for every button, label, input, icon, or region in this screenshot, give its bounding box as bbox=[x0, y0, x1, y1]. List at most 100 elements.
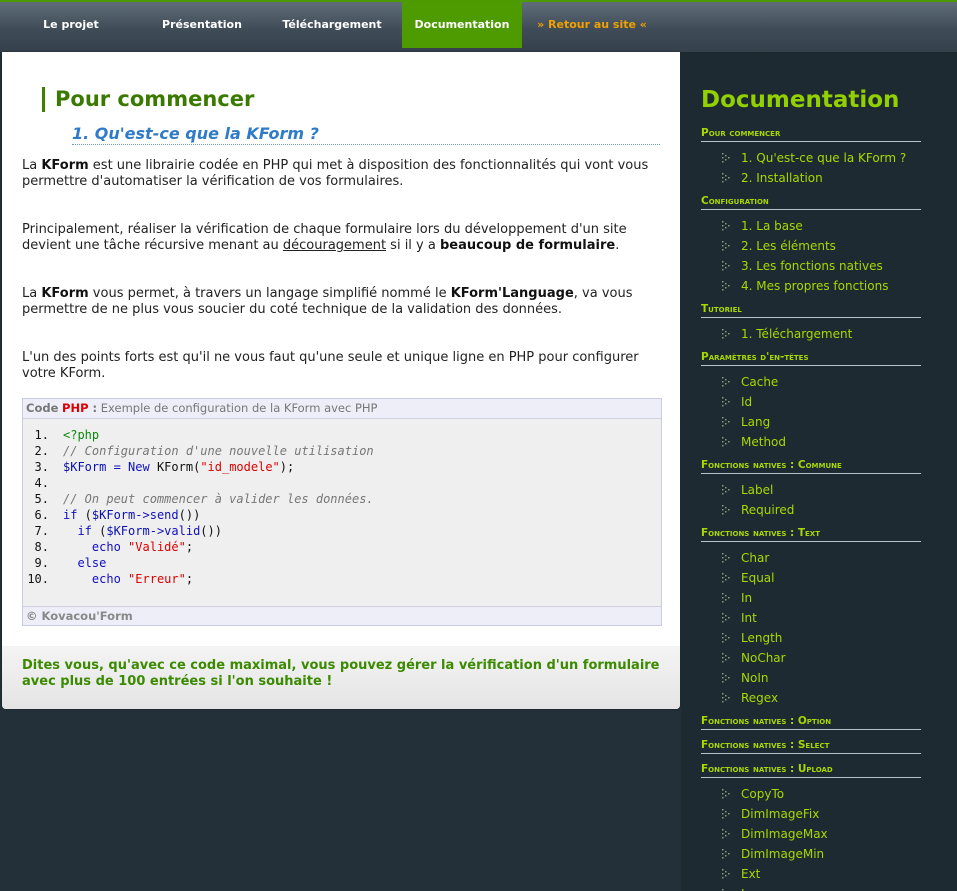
sidebar-item[interactable]: 4. Mes propres fonctions bbox=[721, 278, 888, 294]
dotted-arrow-icon bbox=[721, 592, 733, 604]
sidebar-section-heading[interactable]: Paramètres d'en-têtes bbox=[701, 350, 921, 366]
sidebar-item[interactable]: Required bbox=[721, 502, 794, 518]
dotted-arrow-icon bbox=[721, 808, 733, 820]
code-token: "Erreur" bbox=[128, 572, 186, 586]
section-subtitle: 1. Qu'est-ce que la KForm ? bbox=[72, 124, 660, 145]
nav-telechargement[interactable]: Téléchargement bbox=[262, 2, 402, 48]
sidebar-item[interactable]: Cache bbox=[721, 374, 778, 390]
sidebar-item[interactable]: Int bbox=[721, 610, 757, 626]
sidebar-item-label: 1. Téléchargement bbox=[741, 327, 853, 341]
sidebar-item[interactable]: In bbox=[721, 590, 752, 606]
sidebar-item[interactable]: Char bbox=[721, 550, 769, 566]
code-line: 4. bbox=[23, 475, 661, 491]
code-token: ( bbox=[77, 508, 92, 522]
code-footer: © Kovacou'Form bbox=[23, 606, 661, 625]
dotted-arrow-icon bbox=[721, 172, 733, 184]
code-token: if bbox=[63, 508, 78, 522]
code-block: Code PHP : Exemple de configuration de l… bbox=[22, 398, 662, 626]
sidebar-item[interactable]: DimImageFix bbox=[721, 806, 819, 822]
sidebar-item[interactable]: Label bbox=[721, 482, 773, 498]
line-number: 7. bbox=[34, 524, 49, 538]
sidebar-section-heading[interactable]: Fonctions natives : Option bbox=[701, 714, 921, 730]
code-token: echo bbox=[91, 540, 121, 554]
sidebar-item[interactable]: 2. Installation bbox=[721, 170, 823, 186]
sidebar-section-heading[interactable]: Fonctions natives : Commune bbox=[701, 458, 921, 474]
sidebar-section-heading[interactable]: Fonctions natives : Text bbox=[701, 526, 921, 542]
dotted-arrow-icon bbox=[721, 416, 733, 428]
sidebar-item[interactable]: Lang bbox=[721, 414, 770, 430]
code-language: PHP bbox=[62, 401, 89, 415]
line-number: 5. bbox=[34, 492, 49, 506]
sidebar-section-heading[interactable]: Configuration bbox=[701, 194, 921, 210]
dotted-arrow-icon bbox=[721, 436, 733, 448]
code-header: Code PHP : Exemple de configuration de l… bbox=[23, 399, 661, 419]
sidebar-item-label: NoIn bbox=[741, 671, 769, 685]
code-token: "id_modele" bbox=[200, 460, 280, 474]
code-token: = bbox=[106, 460, 129, 474]
sidebar-item-label: Required bbox=[741, 503, 795, 517]
nav-le-projet[interactable]: Le projet bbox=[0, 2, 142, 48]
sidebar-item[interactable]: Length bbox=[721, 630, 782, 646]
sidebar-item[interactable]: DimImageMin bbox=[721, 846, 824, 862]
dotted-arrow-icon bbox=[721, 828, 733, 840]
sidebar-item[interactable]: 1. Qu'est-ce que la KForm ? bbox=[721, 150, 906, 166]
sidebar-item[interactable]: Regex bbox=[721, 690, 778, 706]
code-caption: Exemple de configuration de la KForm ave… bbox=[97, 401, 378, 415]
code-line: 10. echo "Erreur"; bbox=[23, 571, 661, 587]
sidebar-section-heading[interactable]: Fonctions natives : Upload bbox=[701, 762, 921, 778]
documentation-sidebar: Documentation Pour commencer 1. Qu'est-ce… bbox=[681, 52, 957, 891]
sidebar-item[interactable]: DimImageMax bbox=[721, 826, 828, 842]
nav-presentation[interactable]: Présentation bbox=[142, 2, 262, 48]
sidebar-item-label: CopyTo bbox=[741, 787, 785, 801]
sidebar-item[interactable]: CopyTo bbox=[721, 786, 784, 802]
dotted-arrow-icon bbox=[721, 652, 733, 664]
code-token: "Validé" bbox=[128, 540, 186, 554]
paragraph-intro: La KForm est une librairie codée en PHP … bbox=[22, 158, 649, 189]
sidebar-item-label: DimImageMax bbox=[741, 827, 828, 841]
nav-documentation[interactable]: Documentation bbox=[402, 2, 522, 48]
sidebar-item[interactable]: Id bbox=[721, 394, 752, 410]
code-token: // Configuration d'une nouvelle utilisat… bbox=[63, 444, 374, 458]
sidebar-item-label: 2. Les éléments bbox=[741, 239, 836, 253]
dotted-arrow-icon bbox=[721, 376, 733, 388]
sidebar-item[interactable]: 3. Les fonctions natives bbox=[721, 258, 883, 274]
sidebar-item[interactable]: Equal bbox=[721, 570, 775, 586]
dotted-arrow-icon bbox=[721, 484, 733, 496]
sidebar-item[interactable]: NoChar bbox=[721, 650, 786, 666]
sidebar-item[interactable]: Ext bbox=[721, 866, 760, 882]
top-navigation: Le projet Présentation Téléchargement Do… bbox=[0, 0, 957, 52]
sidebar-item-label: DimImageFix bbox=[741, 807, 820, 821]
code-line: 1. <?php bbox=[23, 427, 661, 443]
sidebar-item[interactable]: 1. La base bbox=[721, 218, 803, 234]
code-token: <?php bbox=[63, 428, 100, 442]
nav-retour-au-site[interactable]: » Retour au site « bbox=[522, 2, 662, 48]
code-line: 3. $KForm = New KForm("id_modele"); bbox=[23, 459, 661, 475]
code-token: ; bbox=[185, 572, 194, 586]
dotted-arrow-icon bbox=[721, 572, 733, 584]
sidebar-item-label: Id bbox=[741, 395, 753, 409]
sidebar-item[interactable]: 2. Les éléments bbox=[721, 238, 836, 254]
code-token: ; bbox=[185, 540, 194, 554]
line-number: 2. bbox=[34, 444, 49, 458]
sidebar-section-heading[interactable]: Tutoriel bbox=[701, 302, 921, 318]
highlight-band: Dites vous, qu'avec ce code maximal, vou… bbox=[2, 646, 680, 709]
sidebar-item-label: NoChar bbox=[741, 651, 786, 665]
sidebar-item-label: Equal bbox=[741, 571, 775, 585]
dotted-arrow-icon bbox=[721, 632, 733, 644]
sidebar-item-label: 1. La base bbox=[741, 219, 803, 233]
sidebar-item[interactable]: Image bbox=[721, 886, 779, 891]
sidebar-item-label: Regex bbox=[741, 691, 779, 705]
dotted-arrow-icon bbox=[721, 788, 733, 800]
sidebar-item[interactable]: NoIn bbox=[721, 670, 768, 686]
sidebar-section-heading[interactable]: Fonctions natives : Select bbox=[701, 738, 921, 754]
paragraph-points-forts: L'un des points forts est qu'il ne vous … bbox=[22, 350, 639, 381]
line-number: 3. bbox=[34, 460, 49, 474]
sidebar-item[interactable]: Method bbox=[721, 434, 786, 450]
sidebar-item[interactable]: 1. Téléchargement bbox=[721, 326, 852, 342]
line-number: 4. bbox=[34, 476, 49, 490]
sidebar-item-label: 1. Qu'est-ce que la KForm ? bbox=[741, 151, 907, 165]
sidebar-section-heading[interactable]: Pour commencer bbox=[701, 126, 921, 142]
